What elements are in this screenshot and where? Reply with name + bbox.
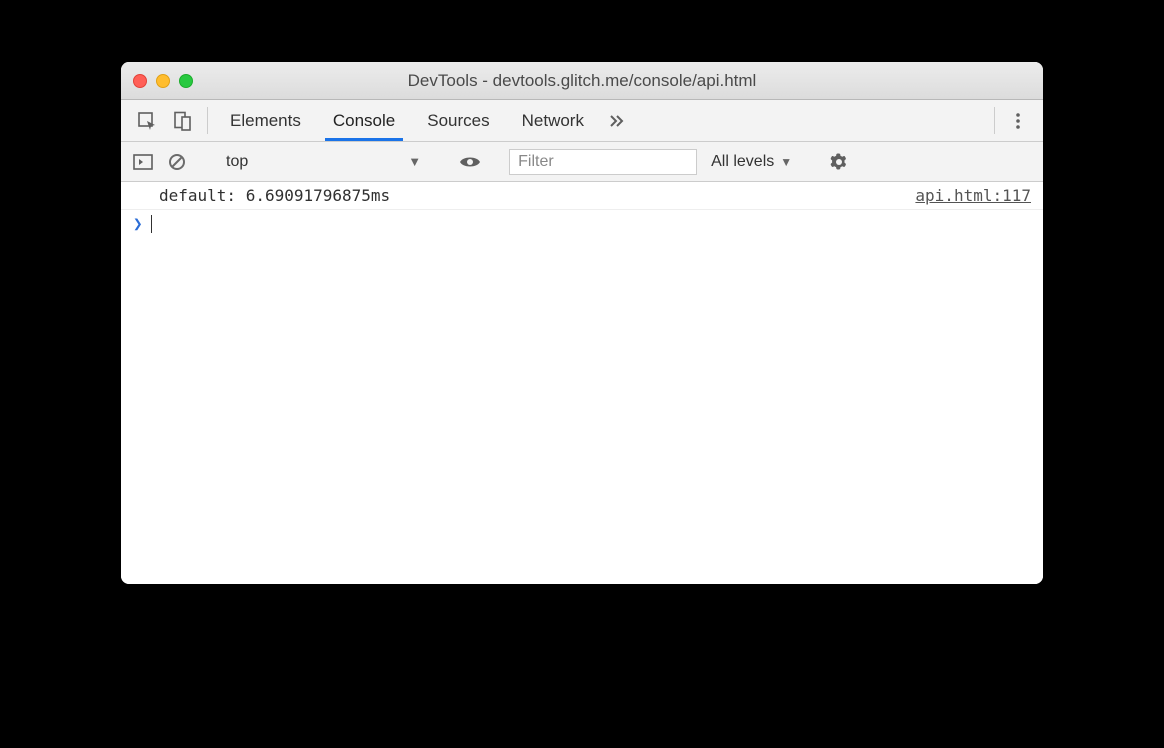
inspect-icon: [137, 111, 157, 131]
log-levels-selector[interactable]: All levels ▼: [703, 153, 800, 171]
filter-placeholder: Filter: [518, 153, 554, 171]
console-log-area: default: 6.69091796875ms api.html:117 ❯: [121, 182, 1043, 584]
gear-icon: [829, 152, 849, 172]
levels-label: All levels: [711, 153, 774, 171]
prompt-chevron-icon: ❯: [133, 214, 143, 233]
devtools-menu-button[interactable]: [1001, 100, 1035, 141]
eye-icon: [459, 155, 481, 169]
log-source-link[interactable]: api.html:117: [915, 186, 1031, 205]
log-message: default: 6.69091796875ms: [159, 186, 390, 205]
filter-input[interactable]: Filter: [509, 149, 697, 175]
clear-console-button[interactable]: [163, 148, 191, 176]
traffic-lights: [133, 74, 193, 88]
toggle-console-sidebar-button[interactable]: [129, 148, 157, 176]
clear-icon: [168, 153, 186, 171]
log-entry[interactable]: default: 6.69091796875ms api.html:117: [121, 182, 1043, 210]
chevrons-right-icon: [608, 112, 626, 130]
text-cursor: [151, 215, 153, 233]
titlebar: DevTools - devtools.glitch.me/console/ap…: [121, 62, 1043, 100]
execution-context-selector[interactable]: top ▼: [216, 153, 431, 171]
console-settings-button[interactable]: [825, 148, 853, 176]
more-tabs-button[interactable]: [600, 100, 634, 141]
dropdown-caret-icon: ▼: [780, 155, 792, 169]
window-title: DevTools - devtools.glitch.me/console/ap…: [121, 71, 1043, 91]
maximize-window-button[interactable]: [179, 74, 193, 88]
live-expression-button[interactable]: [456, 148, 484, 176]
devtools-window: DevTools - devtools.glitch.me/console/ap…: [121, 62, 1043, 584]
close-window-button[interactable]: [133, 74, 147, 88]
dropdown-caret-icon: ▼: [408, 154, 421, 169]
sidebar-icon: [133, 154, 153, 170]
tab-network[interactable]: Network: [506, 100, 600, 141]
tab-elements[interactable]: Elements: [214, 100, 317, 141]
minimize-window-button[interactable]: [156, 74, 170, 88]
console-toolbar: top ▼ Filter All levels ▼: [121, 142, 1043, 182]
divider: [207, 107, 208, 134]
tab-sources[interactable]: Sources: [411, 100, 505, 141]
divider: [994, 107, 995, 134]
kebab-menu-icon: [1009, 112, 1027, 130]
devtools-tabbar: Elements Console Sources Network: [121, 100, 1043, 142]
device-icon: [173, 111, 193, 131]
inspect-element-button[interactable]: [129, 100, 165, 141]
console-prompt[interactable]: ❯: [121, 210, 1043, 237]
device-toolbar-button[interactable]: [165, 100, 201, 141]
tab-console[interactable]: Console: [317, 100, 411, 141]
context-label: top: [226, 153, 248, 171]
